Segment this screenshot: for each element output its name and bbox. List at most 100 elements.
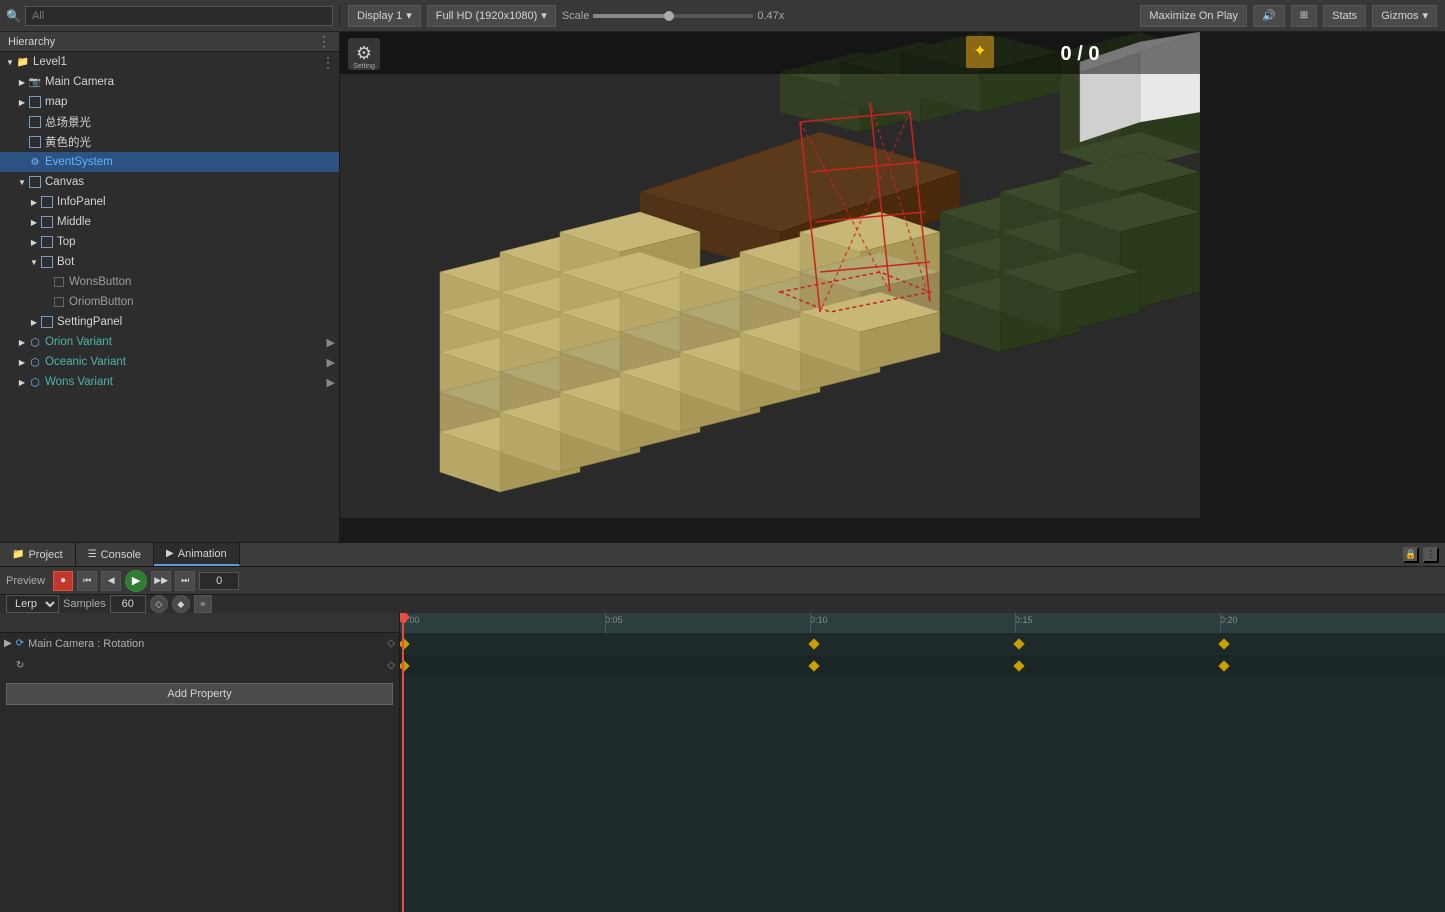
timeline-tracks-list: ▶ ⟳ Main Camera : Rotation ◇ ↻ ◇ Add Pro… <box>0 613 400 912</box>
hierarchy-item-bot[interactable]: ▼ Bot <box>0 252 339 272</box>
time-input[interactable] <box>199 572 239 590</box>
no-arrow <box>16 116 28 128</box>
hierarchy-item-label: WonsButton <box>69 276 131 288</box>
gizmos-button[interactable]: Gizmos ▾ <box>1372 5 1437 27</box>
cube-icon <box>40 235 54 249</box>
hierarchy-item-info-panel[interactable]: ▶ InfoPanel <box>0 192 339 212</box>
main-content: Hierarchy ⋮ ▼ 📁 Level1 ⋮ ▶ 📷 Main Camera… <box>0 32 1445 542</box>
event-system-icon: ⚙ <box>28 155 42 169</box>
animation-icon: ▶ <box>166 548 174 559</box>
search-input[interactable] <box>25 6 333 26</box>
keyframe-2-2[interactable] <box>1013 660 1024 671</box>
animation-panel: 📁 Project ☰ Console ▶ Animation 🔒 ⋮ Prev… <box>0 542 1445 912</box>
keyframe-1-3[interactable] <box>1218 638 1229 649</box>
keyframe-snap-button[interactable]: ◇ <box>150 595 168 613</box>
hierarchy-item-canvas[interactable]: ▼ Canvas <box>0 172 339 192</box>
timeline-tracks-header <box>0 613 399 633</box>
hierarchy-item-label: Wons Variant <box>45 376 113 388</box>
lerp-dropdown[interactable]: Lerp <box>6 595 59 613</box>
timeline-ruler: 0:00 0:05 0:10 0:15 0:20 <box>400 613 1445 633</box>
cube-icon <box>40 315 54 329</box>
svg-text:✦: ✦ <box>973 43 986 60</box>
timeline-track-area: 0:00 0:05 0:10 0:15 0:20 <box>400 613 1445 912</box>
expand-arrow: ▶ <box>28 216 40 228</box>
hierarchy-item-wons-button[interactable]: WonsButton <box>0 272 339 292</box>
resolution-dropdown[interactable]: Full HD (1920x1080) ▾ <box>427 5 556 27</box>
step-forward-end-button[interactable]: ⏭ <box>175 571 195 591</box>
hierarchy-item-wons-variant[interactable]: ▶ ⬡ Wons Variant ▶ <box>0 372 339 392</box>
hierarchy-item-label: Bot <box>57 256 74 268</box>
scale-slider[interactable] <box>593 14 753 18</box>
timeline-needle[interactable] <box>402 613 404 912</box>
ruler-label-020: 0:20 <box>1220 615 1238 625</box>
tab-animation[interactable]: ▶ Animation <box>154 543 240 566</box>
keyframe-2-3[interactable] <box>1218 660 1229 671</box>
track-name: Main Camera : Rotation <box>28 638 144 650</box>
hierarchy-item-label: SettingPanel <box>57 316 122 328</box>
hierarchy-item-orion-variant[interactable]: ▶ ⬡ Orion Variant ▶ <box>0 332 339 352</box>
expand-arrow: ▼ <box>16 176 28 188</box>
keyframe-snap-all-button[interactable]: ◆ <box>172 595 190 613</box>
keyframe-2-1[interactable] <box>808 660 819 671</box>
svg-text:Setting: Setting <box>353 63 375 70</box>
hierarchy-item-level1[interactable]: ▼ 📁 Level1 ⋮ <box>0 52 339 72</box>
tab-console[interactable]: ☰ Console <box>76 543 154 566</box>
keyframe-1-2[interactable] <box>1013 638 1024 649</box>
expand-arrow: ▼ <box>4 56 16 68</box>
panel-menu-button[interactable]: ⋮ <box>1423 547 1439 563</box>
tab-project[interactable]: 📁 Project <box>0 543 76 566</box>
hierarchy-item-total-scene[interactable]: 总场景光 <box>0 112 339 132</box>
display-dropdown[interactable]: Display 1 ▾ <box>348 5 421 27</box>
cube-icon <box>40 215 54 229</box>
maximize-on-play-button[interactable]: Maximize On Play <box>1140 5 1247 27</box>
aspect-ratio-button[interactable]: ⊞ <box>1291 5 1317 27</box>
hierarchy-item-label: Oceanic Variant <box>45 356 126 368</box>
hierarchy-item-event-system[interactable]: ⚙ EventSystem <box>0 152 339 172</box>
hierarchy-item-map[interactable]: ▶ map <box>0 92 339 112</box>
play-button[interactable]: ▶ <box>125 570 147 592</box>
panel-lock-button[interactable]: 🔒 <box>1403 547 1419 563</box>
hierarchy-item-yellow-light[interactable]: 黄色的光 <box>0 132 339 152</box>
hierarchy-item-label: Level1 <box>33 56 67 68</box>
timeline-empty-row-7 <box>400 765 1445 787</box>
record-button[interactable]: ● <box>53 571 73 591</box>
hierarchy-header: Hierarchy ⋮ <box>0 32 339 52</box>
ruler-tick-2 <box>810 613 811 633</box>
hierarchy-menu-button[interactable]: ⋮ <box>317 33 331 50</box>
step-back-start-button[interactable]: ⏮ <box>77 571 97 591</box>
timeline-empty-row-6 <box>400 743 1445 765</box>
hierarchy-item-top[interactable]: ▶ Top <box>0 232 339 252</box>
hierarchy-item-label: Middle <box>57 216 91 228</box>
hierarchy-item-label: Canvas <box>45 176 84 188</box>
cube-icon <box>52 275 66 289</box>
step-forward-button[interactable]: ▶▶ <box>151 571 171 591</box>
hierarchy-item-oriom-button[interactable]: OriomButton <box>0 292 339 312</box>
keyframe-1-1[interactable] <box>808 638 819 649</box>
lerp-row: Lerp Samples ◇ ◆ ≈ <box>0 595 1445 613</box>
hierarchy-item-label: 黄色的光 <box>45 134 91 150</box>
expand-arrow: ▶ <box>16 336 28 348</box>
samples-input[interactable] <box>110 595 146 613</box>
track-row-main-camera[interactable]: ▶ ⟳ Main Camera : Rotation ◇ <box>0 633 399 655</box>
ruler-label-015: 0:15 <box>1015 615 1033 625</box>
track-row-rotation[interactable]: ↻ ◇ <box>0 655 399 677</box>
hierarchy-item-oceanic-variant[interactable]: ▶ ⬡ Oceanic Variant ▶ <box>0 352 339 372</box>
hierarchy-item-setting-panel[interactable]: ▶ SettingPanel <box>0 312 339 332</box>
console-icon: ☰ <box>88 549 97 560</box>
svg-text:0 / 0: 0 / 0 <box>1061 43 1100 65</box>
ruler-tick-1 <box>605 613 606 633</box>
scale-slider-fill <box>593 14 668 18</box>
add-keyframe-curve-button[interactable]: ≈ <box>194 595 212 613</box>
hierarchy-item-label: OriomButton <box>69 296 134 308</box>
hierarchy-item-middle[interactable]: ▶ Middle <box>0 212 339 232</box>
ruler-tick-4 <box>1220 613 1221 633</box>
mute-button[interactable]: 🔊 <box>1253 5 1285 27</box>
item-menu-button[interactable]: ⋮ <box>321 54 335 71</box>
add-property-button[interactable]: Add Property <box>6 683 393 705</box>
folder-icon: 📁 <box>16 55 30 69</box>
cube-icon <box>40 255 54 269</box>
step-back-button[interactable]: ◀ <box>101 571 121 591</box>
top-bar: 🔍 Display 1 ▾ Full HD (1920x1080) ▾ Scal… <box>0 0 1445 32</box>
stats-button[interactable]: Stats <box>1323 5 1366 27</box>
hierarchy-item-main-camera[interactable]: ▶ 📷 Main Camera <box>0 72 339 92</box>
